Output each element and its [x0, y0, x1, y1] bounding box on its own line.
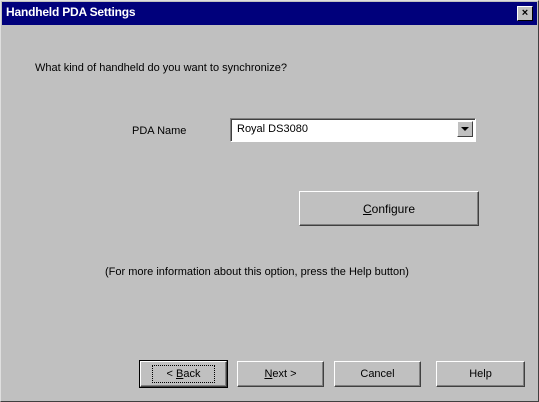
cancel-button-label: Cancel — [360, 368, 395, 380]
help-info-text: (For more information about this option,… — [105, 266, 409, 278]
window-title: Handheld PDA Settings — [6, 5, 136, 19]
configure-button-label: Configure — [362, 201, 416, 216]
close-button[interactable]: × — [517, 6, 533, 21]
help-button[interactable]: Help — [436, 361, 525, 387]
back-button-label: < Back — [151, 365, 216, 383]
pda-name-selected-value: Royal DS3080 — [237, 123, 308, 135]
close-icon: × — [521, 7, 529, 19]
cancel-button[interactable]: Cancel — [334, 361, 421, 387]
handheld-pda-settings-dialog: Handheld PDA Settings × What kind of han… — [0, 0, 539, 402]
chevron-down-icon[interactable] — [457, 121, 473, 137]
question-label: What kind of handheld do you want to syn… — [35, 62, 287, 74]
title-bar[interactable]: Handheld PDA Settings × — [2, 2, 537, 25]
configure-button[interactable]: Configure — [299, 191, 479, 226]
next-button[interactable]: Next > — [237, 361, 324, 387]
pda-name-dropdown[interactable]: Royal DS3080 — [230, 118, 476, 142]
pda-name-label: PDA Name — [132, 125, 187, 137]
next-button-label: Next > — [264, 368, 297, 380]
help-button-label: Help — [469, 368, 492, 380]
back-button[interactable]: < Back — [139, 360, 228, 388]
